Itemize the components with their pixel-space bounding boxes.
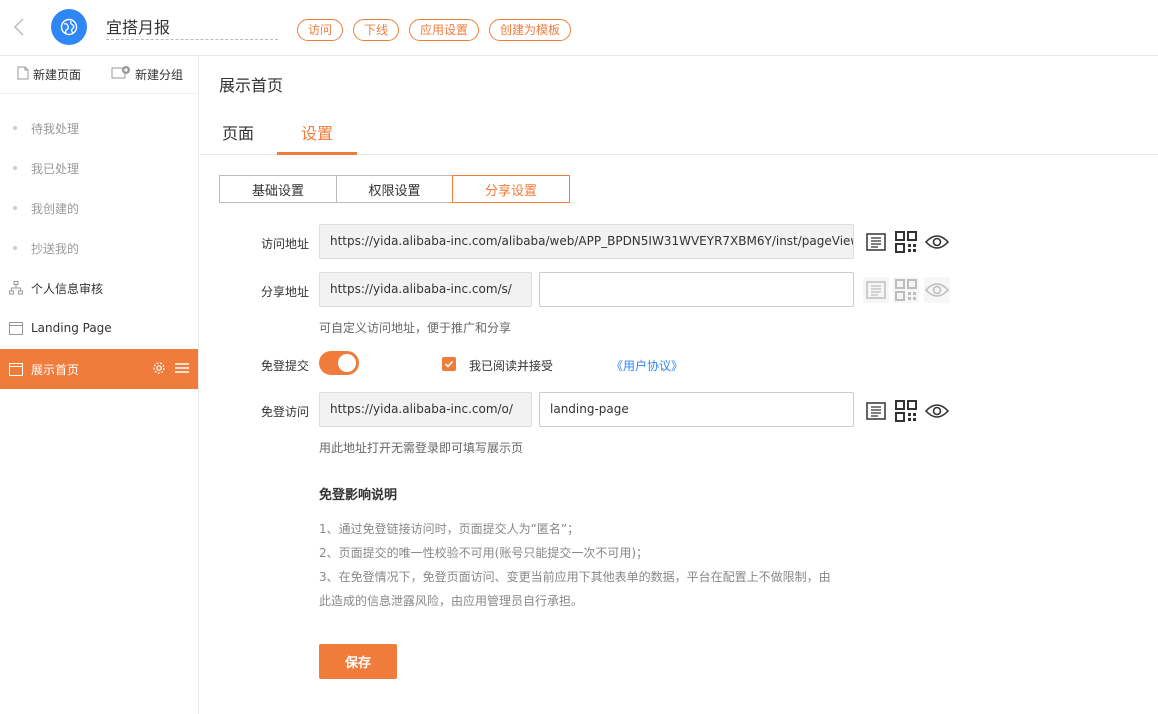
gear-icon[interactable] xyxy=(152,361,166,378)
note-line: 3、在免登情况下，免登页面访问、变更当前应用下其他表单的数据，平台在配置上不做限… xyxy=(319,570,831,584)
copy-list-icon[interactable] xyxy=(863,398,889,424)
preview-eye-icon xyxy=(924,277,950,303)
preview-eye-icon[interactable] xyxy=(924,229,950,255)
new-group-label: 新建分组 xyxy=(135,68,184,82)
back-arrow-icon[interactable] xyxy=(12,16,32,40)
sidebar-item-done[interactable]: 我已处理 xyxy=(0,148,198,188)
share-url-label: 分享地址 xyxy=(260,285,309,299)
copy-list-icon[interactable] xyxy=(863,229,889,255)
flow-icon xyxy=(9,281,23,295)
sidebar-toolbar: 新建页面 新建分组 xyxy=(0,56,199,94)
segment-share-settings[interactable]: 分享设置 xyxy=(452,175,570,203)
item-actions xyxy=(152,361,190,378)
note-line: 1、通过免登链接访问时，页面提交人为“匿名”； xyxy=(319,522,580,536)
agree-checkbox[interactable] xyxy=(442,357,456,371)
bullet-icon xyxy=(13,206,17,210)
active-tab-indicator xyxy=(277,152,357,155)
free-access-prefix: https://yida.alibaba-inc.com/o/ xyxy=(319,392,532,427)
app-logo-globe-icon xyxy=(51,9,87,45)
share-url-prefix: https://yida.alibaba-inc.com/s/ xyxy=(319,272,532,307)
sidebar-item-label: 展示首页 xyxy=(31,362,80,377)
new-group-button[interactable]: 新建分组 xyxy=(111,66,183,83)
sidebar-item-label: 待我处理 xyxy=(31,121,80,136)
app-header: 宜搭月报 访问 下线 应用设置 创建为模板 xyxy=(0,0,1158,56)
app-settings-button[interactable]: 应用设置 xyxy=(409,19,480,41)
sidebar-item-info-review[interactable]: 个人信息审核 xyxy=(0,268,198,308)
share-url-input[interactable] xyxy=(539,272,854,307)
page-icon xyxy=(9,362,23,376)
free-access-hint: 用此地址打开无需登录即可填写展示页 xyxy=(319,441,524,455)
segment-basic-settings[interactable]: 基础设置 xyxy=(219,175,337,203)
visit-button[interactable]: 访问 xyxy=(297,19,344,41)
user-agreement-link[interactable]: 《用户协议》 xyxy=(611,357,683,374)
sidebar-item-todo[interactable]: 待我处理 xyxy=(0,108,198,148)
free-access-label: 免登访问 xyxy=(260,405,309,419)
sidebar-item-label: 个人信息审核 xyxy=(31,281,104,296)
access-url-label: 访问地址 xyxy=(260,237,309,251)
drag-handle-icon[interactable] xyxy=(174,361,190,378)
sidebar-item-home-display[interactable]: 展示首页 xyxy=(0,349,198,389)
save-button[interactable]: 保存 xyxy=(319,644,397,679)
sidebar-item-label: 我创建的 xyxy=(31,201,80,216)
toggle-knob xyxy=(338,354,356,372)
bullet-icon xyxy=(13,126,17,130)
new-page-label: 新建页面 xyxy=(33,68,82,82)
impact-section-title: 免登影响说明 xyxy=(319,488,398,503)
preview-eye-icon[interactable] xyxy=(924,398,950,424)
free-access-input[interactable]: landing-page xyxy=(539,392,854,427)
note-line: 此造成的信息泄露风险，由应用管理员自行承担。 xyxy=(319,594,584,608)
access-url-field[interactable]: https://yida.alibaba-inc.com/alibaba/web… xyxy=(319,224,854,259)
new-page-icon xyxy=(16,66,29,83)
qr-code-icon xyxy=(893,277,919,303)
sidebar-item-label: 抄送我的 xyxy=(31,241,80,256)
app-name-field[interactable]: 宜搭月报 xyxy=(106,18,278,40)
page-icon xyxy=(9,321,23,335)
sidebar-item-label: Landing Page xyxy=(31,321,112,335)
create-template-button[interactable]: 创建为模板 xyxy=(489,19,572,41)
tab-page[interactable]: 页面 xyxy=(222,120,254,144)
note-line: 2、页面提交的唯一性校验不可用(账号只能提交一次不可用)； xyxy=(319,546,649,560)
page-title: 展示首页 xyxy=(219,76,284,95)
segment-permission-settings[interactable]: 权限设置 xyxy=(336,175,453,203)
sidebar-item-created[interactable]: 我创建的 xyxy=(0,188,198,228)
copy-list-icon xyxy=(863,277,889,303)
free-submit-toggle[interactable] xyxy=(319,351,359,375)
sidebar-item-cc[interactable]: 抄送我的 xyxy=(0,228,198,268)
new-page-button[interactable]: 新建页面 xyxy=(16,66,81,83)
bullet-icon xyxy=(13,166,17,170)
new-group-icon xyxy=(111,66,131,83)
qr-code-icon[interactable] xyxy=(893,398,919,424)
sidebar-item-landing-page[interactable]: Landing Page xyxy=(0,308,198,348)
qr-code-icon[interactable] xyxy=(893,229,919,255)
sidebar-item-label: 我已处理 xyxy=(31,161,80,176)
offline-button[interactable]: 下线 xyxy=(353,19,400,41)
agree-text: 我已阅读并接受 xyxy=(469,359,554,373)
sidebar: 新建页面 新建分组 待我处理 我已处理 我创建的 抄送我的 个人信息审核 Lan… xyxy=(0,56,199,714)
bullet-icon xyxy=(13,246,17,250)
tab-settings[interactable]: 设置 xyxy=(301,120,333,144)
share-hint: 可自定义访问地址，便于推广和分享 xyxy=(319,321,512,335)
free-submit-label: 免登提交 xyxy=(260,359,309,373)
settings-segment-control: 基础设置 权限设置 分享设置 xyxy=(219,175,570,203)
